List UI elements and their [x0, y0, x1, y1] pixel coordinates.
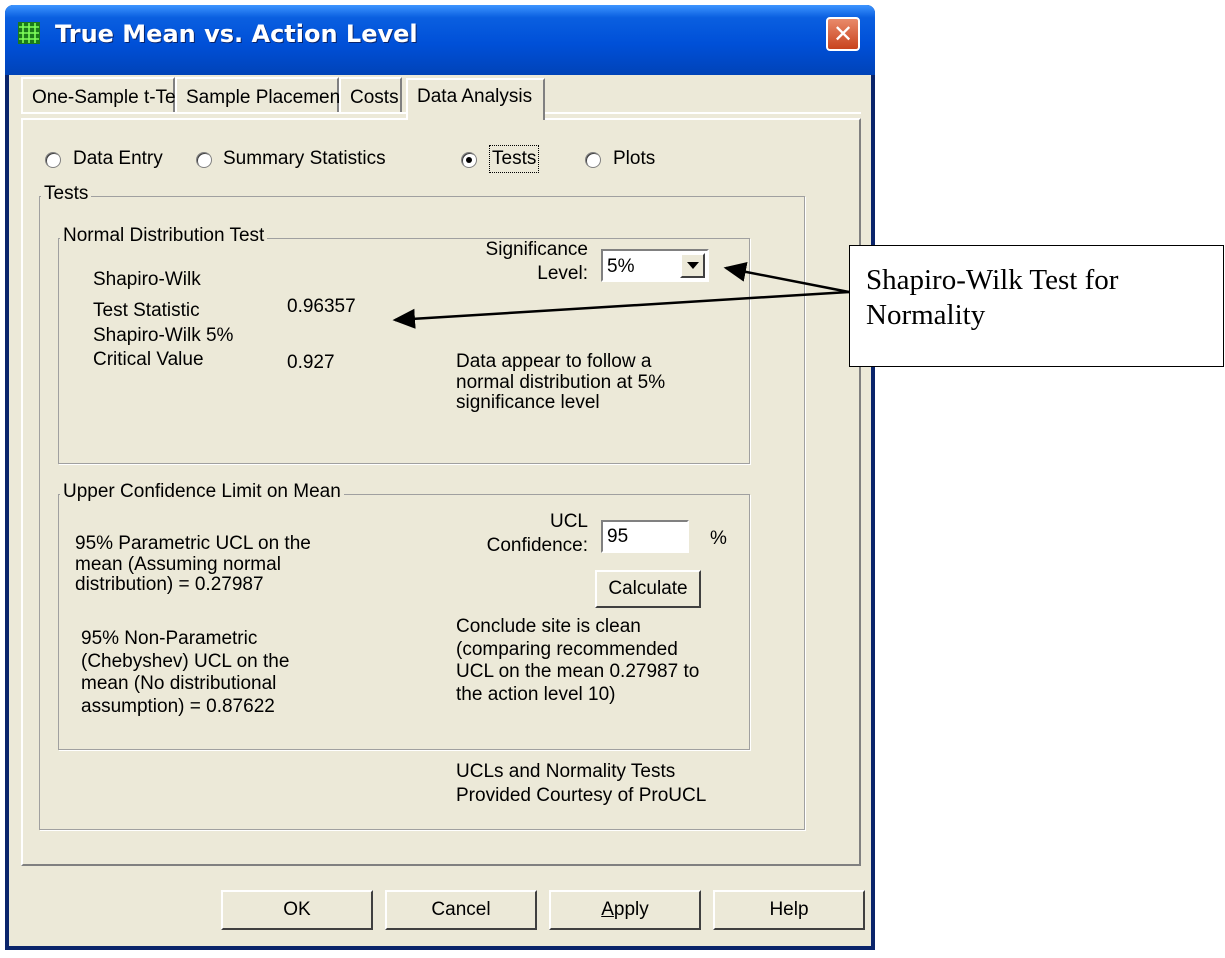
- callout-arrows: [392, 262, 850, 329]
- arrow-to-significance-select: [723, 262, 850, 294]
- tab-label: Data Analysis: [417, 86, 533, 107]
- arrow-to-statistic-value: [392, 290, 850, 329]
- tab-data-analysis[interactable]: Data Analysis: [406, 78, 545, 120]
